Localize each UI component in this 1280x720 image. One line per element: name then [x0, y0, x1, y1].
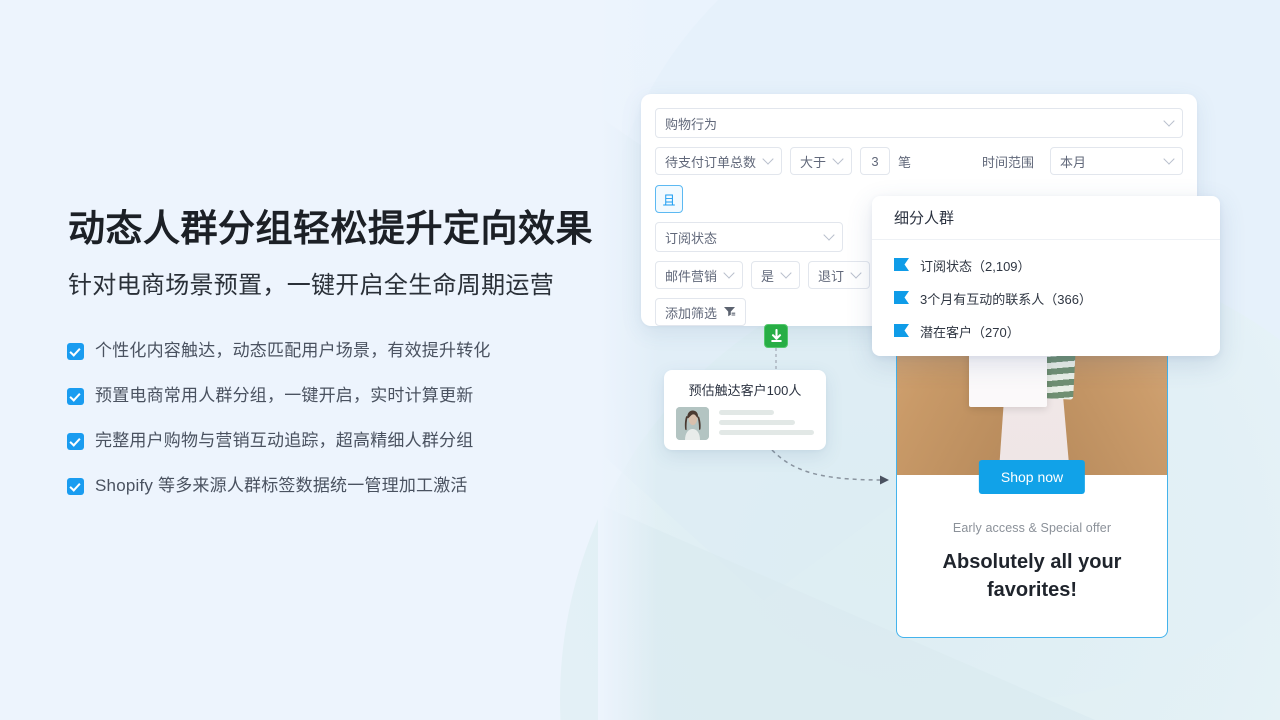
download-arrow-icon — [770, 329, 782, 342]
channel-select-value: 邮件营销 — [665, 268, 718, 284]
feature-list: 个性化内容触达，动态匹配用户场景，有效提升转化 预置电商常用人群分组，一键开启，… — [68, 340, 588, 520]
list-item: 个性化内容触达，动态匹配用户场景，有效提升转化 — [68, 340, 588, 385]
email-body: Early access & Special offer Absolutely … — [897, 475, 1167, 604]
segment-item-label: 潜在客户（270） — [920, 325, 1020, 340]
is-select[interactable]: 是 — [751, 261, 801, 289]
channel-select[interactable]: 邮件营销 — [655, 261, 744, 289]
chevron-down-icon — [762, 153, 774, 165]
list-item: 完整用户购物与营销互动追踪，超高精细人群分组 — [68, 430, 588, 475]
page-subtitle: 针对电商场景预置，一键开启全生命周期运营 — [68, 272, 554, 299]
checkbox-checked-icon — [68, 434, 83, 449]
chevron-down-icon — [1163, 153, 1175, 165]
add-filter-button[interactable]: 添加筛选 — [655, 298, 747, 326]
feature-label: 个性化内容触达，动态匹配用户场景，有效提升转化 — [95, 341, 491, 360]
time-range-select[interactable]: 本月 — [1050, 147, 1183, 175]
chevron-down-icon — [1163, 115, 1175, 127]
list-item: 预置电商常用人群分组，一键开启，实时计算更新 — [68, 385, 588, 430]
segment-dropdown-panel: 细分人群 订阅状态（2,109） 3个月有互动的联系人（366） 潜在客户（27… — [872, 196, 1220, 356]
condition-row: 待支付订单总数 大于 3 笔 时间范围 本月 — [655, 147, 1183, 175]
checkbox-checked-icon — [68, 344, 83, 359]
list-item: Shopify 等多来源人群标签数据统一管理加工激活 — [68, 475, 588, 520]
amount-input[interactable]: 3 — [860, 147, 891, 175]
connector-line-vertical — [775, 348, 777, 372]
segment-item-label: 3个月有互动的联系人（366） — [920, 292, 1092, 307]
download-badge[interactable] — [764, 324, 788, 348]
placeholder-line — [719, 430, 814, 435]
time-range-select-value: 本月 — [1060, 154, 1087, 170]
segment-list: 订阅状态（2,109） 3个月有互动的联系人（366） 潜在客户（270） — [872, 240, 1220, 348]
email-headline: Absolutely all your favorites! — [942, 551, 1122, 601]
chevron-down-icon — [780, 267, 792, 279]
metric-select-value: 待支付订单总数 — [665, 154, 757, 170]
segment-panel-title: 细分人群 — [872, 196, 1220, 240]
placeholder-line — [719, 410, 775, 415]
subscription-select[interactable]: 订阅状态 — [655, 222, 843, 252]
email-subtitle: Early access & Special offer — [952, 521, 1112, 535]
operator-select[interactable]: 大于 — [790, 147, 853, 175]
checkbox-checked-icon — [68, 389, 83, 404]
dotted-arrow-icon — [771, 449, 889, 485]
chevron-down-icon — [832, 153, 844, 165]
add-filter-label: 添加筛选 — [665, 305, 718, 321]
segment-flag-icon — [894, 290, 909, 307]
feature-label: 完整用户购物与营销互动追踪，超高精细人群分组 — [95, 431, 474, 450]
action-select-value: 退订 — [818, 268, 845, 284]
metric-select[interactable]: 待支付订单总数 — [655, 147, 783, 175]
chevron-down-icon — [850, 267, 862, 279]
amount-unit-label: 笔 — [898, 154, 912, 170]
chevron-down-icon — [723, 267, 735, 279]
segment-item[interactable]: 3个月有互动的联系人（366） — [872, 282, 1220, 315]
chevron-down-icon — [823, 229, 835, 241]
action-select[interactable]: 退订 — [808, 261, 871, 289]
placeholder-line — [719, 420, 795, 425]
segment-flag-icon — [894, 323, 909, 340]
shop-now-button[interactable]: Shop now — [978, 460, 1086, 494]
page-title: 动态人群分组轻松提升定向效果 — [68, 208, 593, 249]
segment-item[interactable]: 潜在客户（270） — [872, 315, 1220, 348]
feature-label: 预置电商常用人群分组，一键开启，实时计算更新 — [95, 386, 474, 405]
behavior-select[interactable]: 购物行为 — [655, 108, 1183, 138]
reach-estimate-card: 预估触达客户100人 — [664, 370, 826, 450]
time-range-label: 时间范围 — [981, 154, 1034, 170]
filter-funnel-icon — [723, 305, 736, 320]
subscription-select-value: 订阅状态 — [665, 230, 718, 246]
reach-estimate-body — [676, 407, 814, 440]
behavior-select-value: 购物行为 — [665, 116, 718, 132]
logic-and-button[interactable]: 且 — [655, 185, 683, 213]
segment-item[interactable]: 订阅状态（2,109） — [872, 249, 1220, 282]
feature-label: Shopify 等多来源人群标签数据统一管理加工激活 — [95, 476, 468, 495]
reach-estimate-title: 预估触达客户100人 — [688, 383, 802, 398]
operator-select-value: 大于 — [800, 154, 827, 170]
avatar — [676, 407, 709, 440]
checkbox-checked-icon — [68, 479, 83, 494]
placeholder-lines — [719, 407, 814, 440]
is-select-value: 是 — [761, 268, 775, 284]
segment-item-label: 订阅状态（2,109） — [920, 259, 1031, 274]
segment-flag-icon — [894, 257, 909, 274]
hero-copy-column: 动态人群分组轻松提升定向效果 针对电商场景预置，一键开启全生命周期运营 个性化内… — [68, 0, 608, 720]
